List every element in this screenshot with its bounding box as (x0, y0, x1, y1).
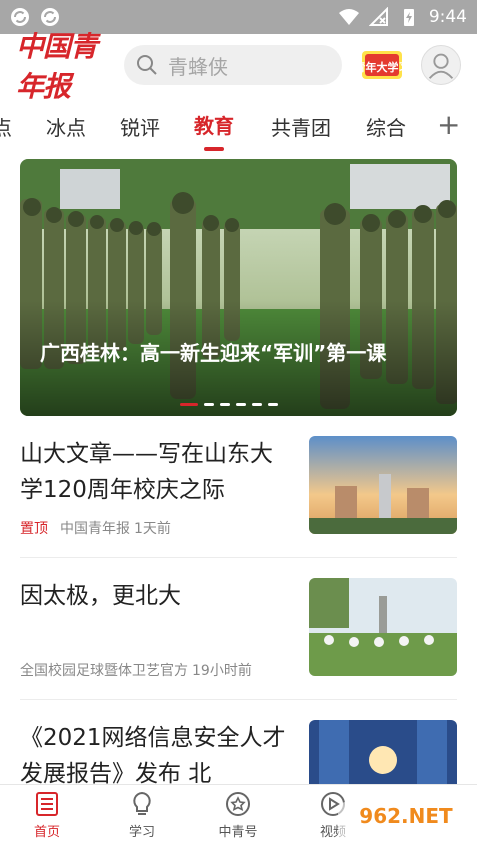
carousel-dot[interactable] (236, 403, 246, 406)
news-meta: 全国校园足球暨体卫艺官方 19小时前 (20, 660, 252, 680)
wifi-icon (338, 9, 359, 25)
news-source: 中国青年报 (60, 521, 130, 537)
news-title: 《2021网络信息安全人才发展报告》发布 北 (20, 725, 286, 784)
add-channel-button[interactable]: + (437, 108, 460, 141)
news-item[interactable]: 《2021网络信息安全人才发展报告》发布 北 (20, 720, 457, 784)
watermark-text: 962.NET (359, 804, 453, 828)
youth-study-button[interactable]: 青年大学习 (360, 45, 404, 85)
divider (20, 699, 457, 700)
app-logo[interactable]: 中国青年报 (16, 25, 114, 105)
featured-banner[interactable]: 广西桂林：高一新生迎来“军训”第一课 (20, 159, 457, 416)
carousel-dot[interactable] (268, 403, 278, 406)
nav-label: 学习 (128, 825, 155, 840)
carousel-dot[interactable] (180, 403, 198, 406)
news-thumbnail (309, 436, 457, 534)
banner-title: 广西桂林：高一新生迎来“军训”第一课 (40, 341, 387, 365)
news-title: 因太极，更北大 (20, 583, 181, 609)
no-signal-icon (368, 7, 388, 26)
news-meta: 置顶 中国青年报 1天前 (20, 518, 171, 538)
sync-icon (41, 8, 59, 26)
youth-study-icon: 青年大学习 (360, 51, 404, 79)
search-icon (137, 55, 157, 75)
nav-home[interactable]: 首页 (17, 791, 77, 840)
tab-ruiping[interactable]: 锐评 (120, 112, 160, 141)
divider (20, 557, 457, 558)
watermark-sub: 乐游网 (426, 829, 465, 844)
star-badge-icon (226, 792, 250, 816)
news-thumbnail (309, 578, 457, 676)
lightbulb-icon (133, 791, 151, 815)
news-time: 19小时前 (192, 663, 252, 679)
carousel-dot[interactable] (204, 403, 214, 406)
search-bar[interactable]: 青蜂侠 (124, 45, 342, 85)
user-avatar-icon[interactable] (421, 45, 461, 85)
carousel-dot[interactable] (252, 403, 262, 406)
news-item[interactable]: 山大文章——写在山东大学120周年校庆之际 置顶 中国青年报 1天前 (20, 436, 457, 556)
news-source: 全国校园足球暨体卫艺官方 (20, 663, 188, 679)
nav-label: 中青号 (218, 825, 258, 840)
tab-zonghe[interactable]: 综合 (366, 112, 406, 141)
banner-image (20, 159, 457, 416)
nav-zhongqinghao[interactable]: 中青号 (208, 791, 268, 840)
tab-partial[interactable]: 点 (0, 112, 12, 141)
news-time: 1天前 (134, 521, 171, 537)
pinned-badge: 置顶 (20, 521, 48, 537)
tab-gongqingtuan[interactable]: 共青团 (271, 112, 331, 141)
carousel-dot[interactable] (220, 403, 230, 406)
tab-bingdian[interactable]: 冰点 (46, 112, 86, 141)
carousel-dots (180, 403, 278, 406)
battery-charging-icon (403, 9, 414, 26)
news-item[interactable]: 因太极，更北大 全国校园足球暨体卫艺官方 19小时前 (20, 578, 457, 688)
news-title: 山大文章——写在山东大学120周年校庆之际 (20, 441, 273, 503)
sync-icon (11, 8, 29, 26)
nav-study[interactable]: 学习 (112, 791, 172, 840)
search-placeholder: 青蜂侠 (168, 54, 228, 79)
app-header: 中国青年报 青蜂侠 青年大学习 (0, 30, 477, 103)
tab-education[interactable]: 教育 (194, 110, 234, 139)
promo-label: 青年大学习 (360, 60, 404, 74)
home-news-icon (36, 792, 58, 816)
nav-label: 首页 (33, 825, 60, 840)
watermark: 962.NET 乐游网 (338, 800, 474, 846)
news-thumbnail (309, 720, 457, 784)
status-time: 9:44 (428, 7, 467, 27)
channel-tabs: 点 冰点 锐评 教育 共青团 综合 + (0, 100, 477, 152)
